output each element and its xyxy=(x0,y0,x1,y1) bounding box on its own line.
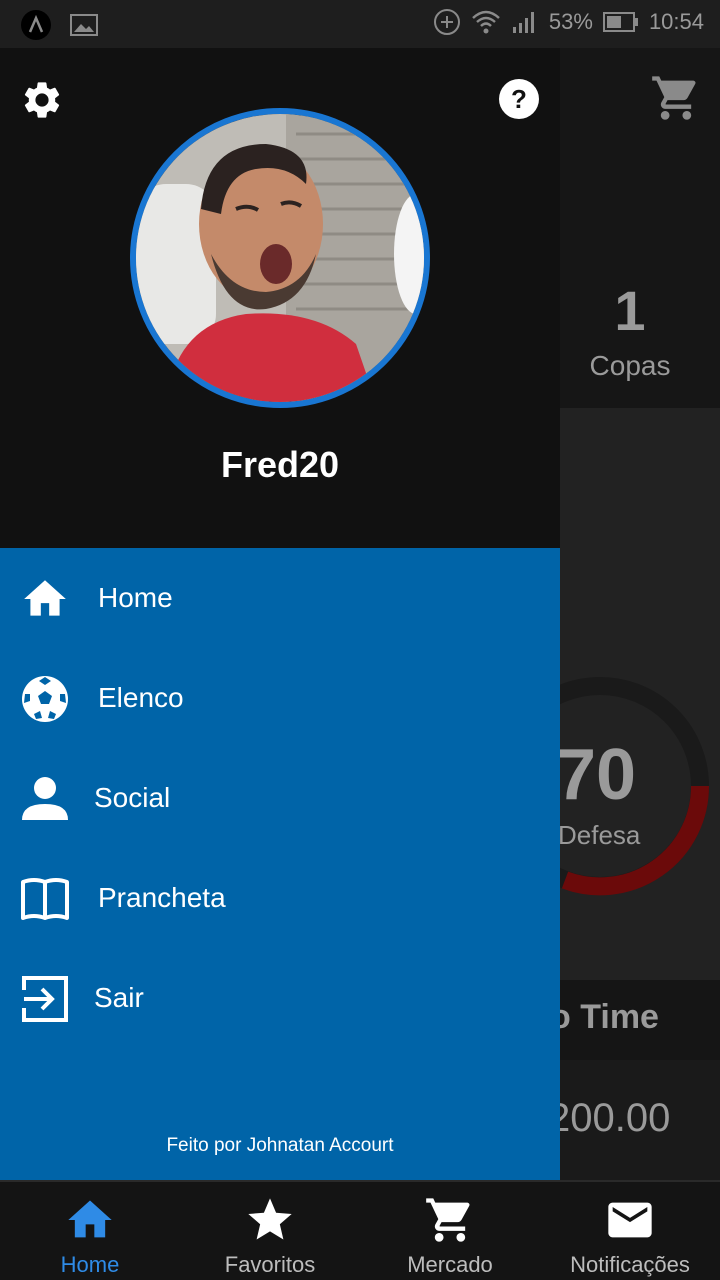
navigation-drawer: ? Fred20 Home Elenco Social Prancheta Sa… xyxy=(0,48,560,1180)
drawer-header: ? Fred20 xyxy=(0,48,560,548)
nav-label: Favoritos xyxy=(224,1252,316,1277)
signal-icon xyxy=(511,9,539,35)
clock: 10:54 xyxy=(648,9,704,34)
exit-icon xyxy=(22,976,68,1022)
cart-icon[interactable] xyxy=(650,72,702,129)
menu-item-home[interactable]: Home xyxy=(0,548,560,648)
soccer-ball-icon xyxy=(22,676,68,722)
settings-button[interactable] xyxy=(20,78,64,122)
menu-item-label: Home xyxy=(98,582,173,613)
help-button[interactable]: ? xyxy=(498,78,540,120)
avatar[interactable] xyxy=(130,108,430,408)
nav-label: Home xyxy=(60,1252,120,1277)
person-icon xyxy=(22,777,68,820)
menu-item-prancheta[interactable]: Prancheta xyxy=(0,848,560,948)
team-section-text: o Time xyxy=(550,998,659,1036)
gear-icon xyxy=(24,82,60,118)
mail-icon xyxy=(608,1202,652,1238)
menu-item-label: Sair xyxy=(94,982,144,1013)
home-icon xyxy=(24,580,66,616)
wifi-icon xyxy=(471,8,501,36)
copas-card: 1 Copas xyxy=(560,148,720,408)
home-icon xyxy=(68,1200,112,1238)
svg-text:?: ? xyxy=(511,84,527,114)
drawer-menu: Home Elenco Social Prancheta Sair xyxy=(0,548,560,1048)
nav-label: Notificações xyxy=(570,1252,690,1277)
nav-item-home[interactable]: Home xyxy=(0,1182,180,1280)
book-icon xyxy=(21,878,69,920)
username: Fred20 xyxy=(220,444,340,485)
menu-item-sair[interactable]: Sair xyxy=(0,948,560,1048)
menu-item-label: Social xyxy=(94,782,171,813)
app-logo-icon xyxy=(20,9,52,41)
credit-text: Feito por Johnatan Accourt xyxy=(166,1135,394,1156)
cart-icon xyxy=(426,1198,470,1242)
menu-item-social[interactable]: Social xyxy=(0,748,560,848)
nav-label: Mercado xyxy=(407,1252,493,1277)
battery-percent: 53% xyxy=(548,9,593,34)
star-icon xyxy=(248,1198,292,1240)
profile-photo xyxy=(136,114,424,402)
gauge-value: 70 xyxy=(556,735,637,815)
nav-item-mercado[interactable]: Mercado xyxy=(360,1182,540,1280)
nav-item-notificacoes[interactable]: Notificações xyxy=(540,1182,720,1280)
battery-icon xyxy=(602,11,639,33)
menu-item-elenco[interactable]: Elenco xyxy=(0,648,560,748)
money-amount: 200.00 xyxy=(548,1096,671,1140)
copas-label: Copas xyxy=(589,350,671,381)
help-icon: ? xyxy=(499,79,539,119)
gauge-label: Defesa xyxy=(558,820,641,850)
data-saver-icon xyxy=(433,8,461,36)
status-bar: 53% 10:54 xyxy=(0,0,720,48)
copas-count: 1 xyxy=(614,279,646,342)
menu-item-label: Elenco xyxy=(98,682,184,713)
bottom-navigation: Home Favoritos Mercado Notificações xyxy=(0,1180,720,1280)
menu-item-label: Prancheta xyxy=(98,882,226,913)
image-notification-icon xyxy=(70,14,98,36)
team-section-title: o Time xyxy=(550,980,720,1060)
nav-item-favoritos[interactable]: Favoritos xyxy=(180,1182,360,1280)
